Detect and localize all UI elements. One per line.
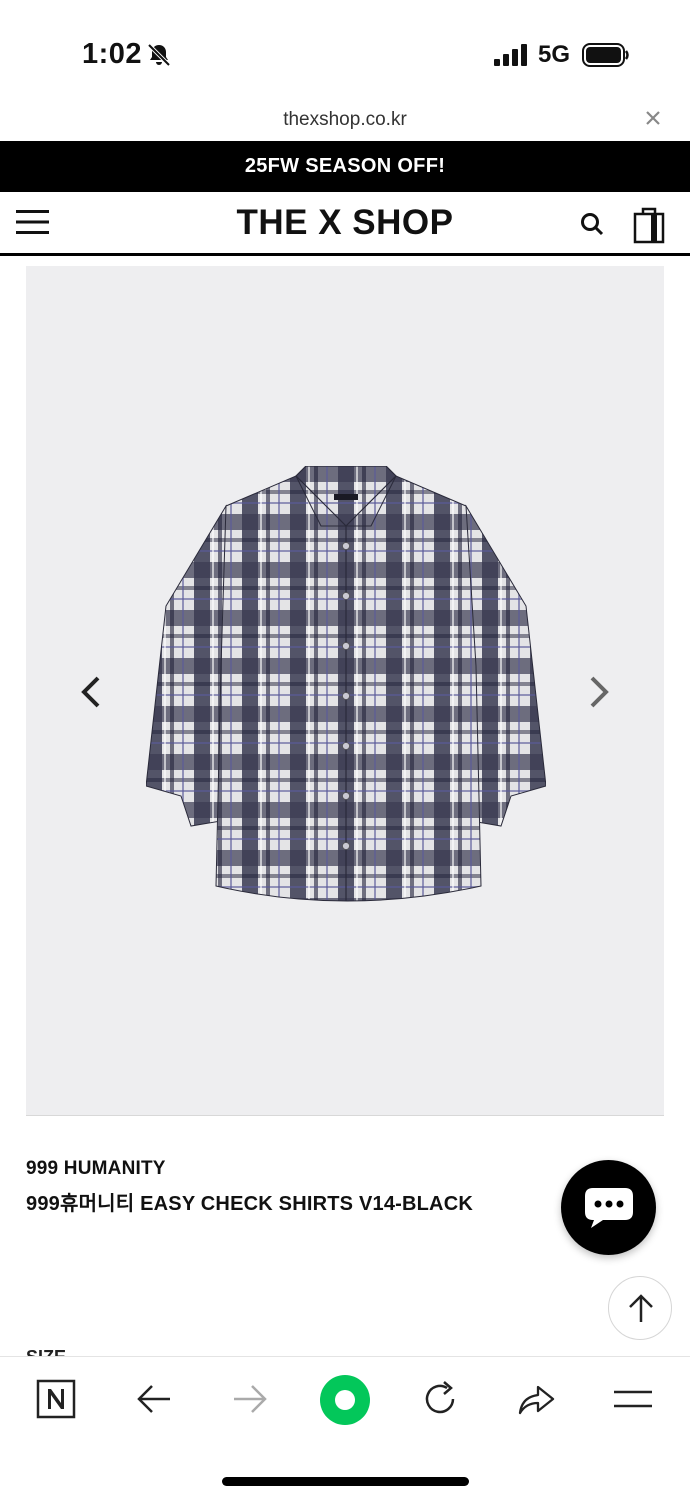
promo-banner[interactable]: 25FW SEASON OFF! [0,141,690,192]
bell-slash-icon [147,43,171,67]
network-label: 5G [538,41,571,68]
battery-icon [582,43,629,67]
forward-arrow-icon [234,1385,267,1413]
menu-lines-icon[interactable] [611,1377,655,1421]
reload-icon[interactable] [418,1377,462,1421]
status-time: 1:02 [82,38,143,70]
chevron-left-icon[interactable] [76,672,106,712]
size-label: SIZE [26,1346,66,1356]
chat-button[interactable] [561,1160,656,1255]
home-indicator [222,1477,469,1486]
close-icon[interactable] [642,107,664,129]
size-label-text: SIZE [26,1348,66,1356]
shopping-bag-icon[interactable] [633,206,665,244]
arrow-up-icon [629,1294,653,1322]
green-dot-icon[interactable] [318,1373,372,1427]
scroll-top-button[interactable] [608,1276,672,1340]
back-arrow-icon[interactable] [132,1377,176,1421]
signal-icon [494,44,527,66]
naver-n-icon[interactable] [34,1377,78,1421]
site-header: THE X SHOP [0,192,690,256]
chat-icon [585,1188,633,1228]
share-icon[interactable] [514,1377,558,1421]
menu-icon[interactable] [16,208,49,236]
url-bar[interactable]: thexshop.co.kr [0,100,690,140]
product-gallery[interactable] [26,266,664,1116]
url-text[interactable]: thexshop.co.kr [0,109,690,131]
status-bar: 1:02 5G [0,0,690,100]
product-image-shirt [146,466,546,902]
chevron-right-icon[interactable] [584,672,614,712]
product-name: 999휴머니티 EASY CHECK SHIRTS V14-BLACK [26,1193,473,1215]
product-brand[interactable]: 999 HUMANITY [26,1158,166,1180]
search-icon[interactable] [579,211,605,237]
